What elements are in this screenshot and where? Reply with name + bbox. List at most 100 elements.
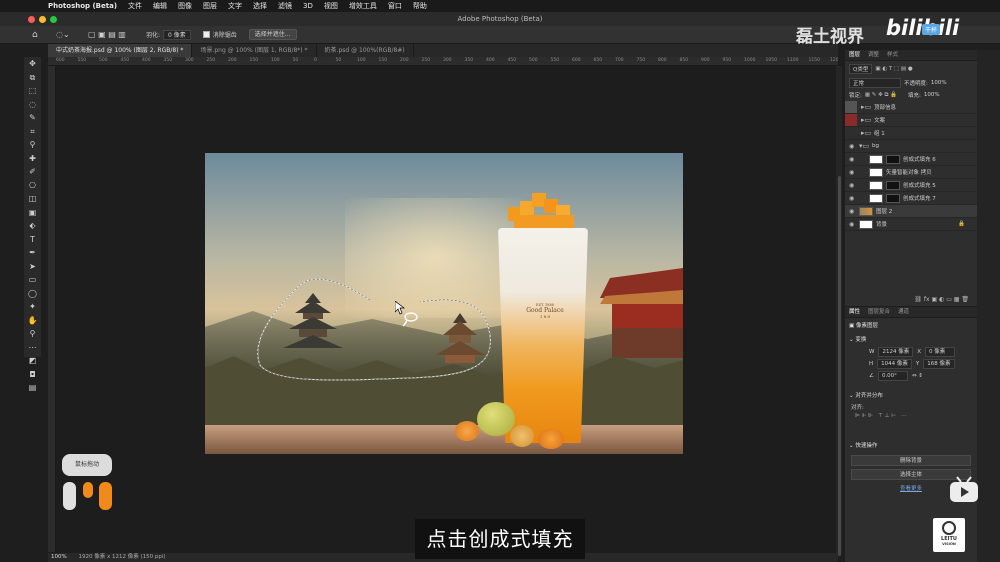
align-buttons[interactable]: ⊫ ⊩ ⊪ ⊤ ⊥ ⊢ ⋯ xyxy=(845,412,977,420)
layer-row-bg-group[interactable]: ◉ ▾▭ bg xyxy=(845,140,977,153)
align-header[interactable]: ⌄ 对齐并分布 xyxy=(845,388,977,402)
ellipse-tool-icon[interactable]: ◯ xyxy=(28,287,37,301)
artboard-tool-icon[interactable]: ⧉ xyxy=(30,71,36,85)
menu-layer[interactable]: 图层 xyxy=(203,1,217,11)
visibility-eye-icon[interactable]: ◉ xyxy=(849,156,859,163)
more-tools-icon[interactable]: ⋯ xyxy=(29,341,37,355)
rectangle-tool-icon[interactable]: ▭ xyxy=(29,273,37,287)
x-input[interactable]: 0 像素 xyxy=(924,347,955,357)
layer-name: 图层 2 xyxy=(876,209,893,215)
screen-mode-icon[interactable]: ▤ xyxy=(29,381,37,395)
tab-properties[interactable]: 属性 xyxy=(845,307,864,317)
menu-image[interactable]: 图像 xyxy=(178,1,192,11)
layer-row-layer-2[interactable]: ◉ 图层 2 xyxy=(845,205,977,218)
tab-channels[interactable]: 通道 xyxy=(894,307,913,317)
height-input[interactable]: 1044 像素 xyxy=(877,359,912,369)
tab-layers[interactable]: 图层 xyxy=(845,50,864,60)
pen-tool-icon[interactable]: ✒ xyxy=(29,246,36,260)
type-tool-icon[interactable]: T xyxy=(30,233,35,247)
custom-shape-tool-icon[interactable]: ✦ xyxy=(29,300,36,314)
layer-row-gen-fill-5[interactable]: ◉ 创成式填充 5 xyxy=(845,179,977,192)
document-info[interactable]: 1920 像素 x 1212 像素 (150 ppi) xyxy=(78,554,165,560)
tab-scene[interactable]: 场景.png @ 100% (图层 1, RGB/8*) * xyxy=(192,44,317,57)
feather-input[interactable]: 0 像素 xyxy=(163,29,191,40)
ruler-tick-label: 250 xyxy=(421,58,431,63)
fill-value[interactable]: 100% xyxy=(924,92,940,98)
properties-panel-tabs: 属性 图层复合 通道 xyxy=(845,307,977,318)
minimize-window-button[interactable] xyxy=(39,16,46,23)
tab-milk-tea[interactable]: 奶茶.psd @ 100%(RGB/8#) xyxy=(317,44,414,57)
color-swatches-icon[interactable]: ◩ xyxy=(29,354,37,368)
tab-milk-tea-poster[interactable]: 中式奶茶海报.psd @ 100% (图层 2, RGB/8) * xyxy=(48,44,193,57)
quick-mask-icon[interactable]: ◘ xyxy=(29,368,35,382)
eraser-tool-icon[interactable]: ◫ xyxy=(29,192,37,206)
hand-tool-icon[interactable]: ✋ xyxy=(28,314,38,328)
y-input[interactable]: 168 像素 xyxy=(923,359,955,369)
menu-filter[interactable]: 滤镜 xyxy=(278,1,292,11)
scroll-thumb[interactable] xyxy=(837,176,841,556)
transform-header[interactable]: ⌄ 变换 xyxy=(845,332,977,346)
select-and-mask-button[interactable]: 选择并遮住... xyxy=(248,29,297,40)
menu-3d[interactable]: 3D xyxy=(303,2,313,10)
menu-window[interactable]: 窗口 xyxy=(388,1,402,11)
layer-row-copy[interactable]: ▸▭ 文案 xyxy=(845,114,977,127)
tab-layer-comps[interactable]: 图层复合 xyxy=(864,307,894,317)
flip-icons[interactable]: ⇔ ⇕ xyxy=(912,373,923,379)
brush-tool-icon[interactable]: ✐ xyxy=(29,165,36,179)
visibility-eye-icon[interactable]: ◉ xyxy=(849,208,859,215)
lasso-tool-icon[interactable]: ◌ xyxy=(29,98,36,112)
menu-file[interactable]: 文件 xyxy=(128,1,142,11)
visibility-eye-icon[interactable]: ◉ xyxy=(849,169,859,176)
layer-row-top-info[interactable]: ▸▭ 顶部信息 xyxy=(845,101,977,114)
menu-edit[interactable]: 编辑 xyxy=(153,1,167,11)
visibility-eye-icon[interactable]: ◉ xyxy=(849,182,859,189)
quick-actions-header[interactable]: ⌄ 快速操作 xyxy=(845,438,977,452)
layer-actions-icons[interactable]: ⛓ fx ▣ ◐ ▭ ▦ 🗑 xyxy=(914,296,969,303)
crop-tool-icon[interactable]: ⌗ xyxy=(30,125,35,139)
remove-background-button[interactable]: 删除背景 xyxy=(851,455,971,466)
zoom-level[interactable]: 100% xyxy=(51,554,67,560)
selection-mode-icons[interactable]: ▢ ▣ ▤ ▥ xyxy=(88,30,134,39)
stamp-tool-icon[interactable]: ⎔ xyxy=(29,179,36,193)
blend-mode-dropdown[interactable]: 正常 xyxy=(849,78,901,88)
close-window-button[interactable] xyxy=(28,16,35,23)
width-input[interactable]: 2124 像素 xyxy=(878,347,914,357)
canvas-scrollbar[interactable] xyxy=(836,66,842,556)
layer-row-smart-object[interactable]: ◉ 矢量智能对象 拷贝 xyxy=(845,166,977,179)
layer-name: bg xyxy=(872,143,879,149)
visibility-eye-icon[interactable]: ◉ xyxy=(849,195,859,202)
layer-row-gen-fill-7[interactable]: ◉ 创成式填充 7 xyxy=(845,192,977,205)
lock-icons[interactable]: ▦ ✎ ✥ ⧉ 🔒 xyxy=(865,92,897,99)
move-tool-icon[interactable]: ✥ xyxy=(29,57,36,71)
gradient-tool-icon[interactable]: ▣ xyxy=(29,206,37,220)
visibility-eye-icon[interactable]: ◉ xyxy=(849,221,859,228)
antialias-checkbox[interactable] xyxy=(202,31,210,38)
layer-row-background[interactable]: ◉ 背景 🔒 xyxy=(845,218,977,231)
menu-select[interactable]: 选择 xyxy=(253,1,267,11)
layer-type-row: ▣ 像素图层 xyxy=(845,318,977,332)
menu-view[interactable]: 视图 xyxy=(324,1,338,11)
menu-plugins[interactable]: 增效工具 xyxy=(349,1,377,11)
tab-styles[interactable]: 样式 xyxy=(883,50,902,60)
tab-adjustments[interactable]: 调整 xyxy=(864,50,883,60)
path-select-tool-icon[interactable]: ➤ xyxy=(29,260,36,274)
healing-tool-icon[interactable]: ✚ xyxy=(29,152,36,166)
layer-row-group-1[interactable]: ▸▭ 组 1 xyxy=(845,127,977,140)
menu-help[interactable]: 帮助 xyxy=(413,1,427,11)
zoom-tool-icon[interactable]: ⚲ xyxy=(30,327,36,341)
visibility-eye-icon[interactable]: ◉ xyxy=(849,143,859,150)
menu-app-name[interactable]: Photoshop (Beta) xyxy=(48,2,117,10)
quick-select-tool-icon[interactable]: ✎ xyxy=(29,111,36,125)
menu-type[interactable]: 文字 xyxy=(228,1,242,11)
angle-input[interactable]: 0.00° xyxy=(877,371,908,381)
filter-icons[interactable]: ▣ ◐ T ⬚ ▤ ● xyxy=(875,66,912,72)
layer-filter-dropdown[interactable]: Q类型 xyxy=(849,64,873,74)
home-icon[interactable]: ⌂ xyxy=(32,30,44,40)
marquee-tool-icon[interactable]: ⬚ xyxy=(29,84,37,98)
dodge-tool-icon[interactable]: ⬖ xyxy=(29,219,35,233)
zoom-window-button[interactable] xyxy=(50,16,57,23)
layer-row-gen-fill-6[interactable]: ◉ 创成式填充 6 xyxy=(845,153,977,166)
opacity-value[interactable]: 100% xyxy=(931,80,947,86)
lasso-tool-icon[interactable]: ◌⌄ xyxy=(56,30,76,39)
eyedropper-tool-icon[interactable]: ⚲ xyxy=(30,138,36,152)
